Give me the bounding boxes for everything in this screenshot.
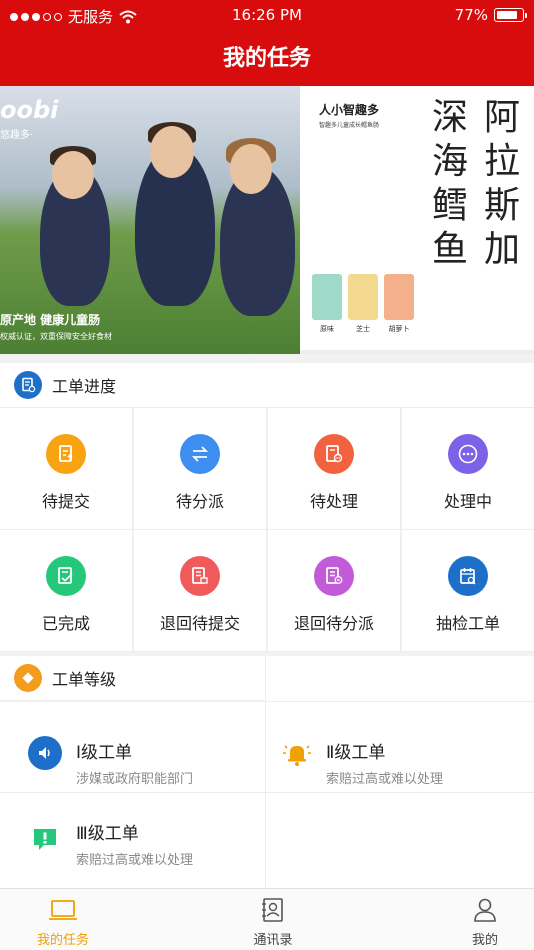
tab-my-tasks[interactable]: 我的任务 (18, 897, 108, 948)
status-label: 已完成 (41, 614, 90, 633)
status-cell-returned-assign[interactable]: 退回待分派 (268, 530, 401, 652)
banner-brand-sub: 智趣多儿童成长鳕鱼肠 (319, 122, 380, 129)
tab-label: 我的任务 (36, 933, 89, 948)
header-bar: 无服务 16:26 PM 77% 我的任务 (0, 0, 534, 86)
flavor-label: 胡萝卜 (388, 325, 410, 333)
tab-label: 我的 (471, 933, 498, 948)
status-label: 退回待分派 (293, 614, 374, 633)
user-icon (470, 897, 500, 923)
laptop-icon (48, 897, 78, 923)
return-assign-icon (314, 556, 354, 596)
status-label: 待处理 (309, 492, 358, 511)
contacts-icon (258, 897, 288, 923)
level-card-2[interactable]: Ⅱ级工单 索赔过高或难以处理 (266, 702, 534, 793)
battery-status: 77% (454, 6, 527, 24)
level-desc: 涉媒或政府职能部门 (76, 772, 194, 787)
banner-product-panel: 人小智趣多 智趣多儿童成长鳕鱼肠 深海鳕鱼 阿拉斯加 原味 芝士 胡萝卜 (300, 86, 534, 354)
status-label: 待分派 (175, 492, 224, 511)
return-doc-icon (180, 556, 220, 596)
battery-percent: 77% (454, 6, 488, 24)
product-boxes: 原味 芝士 胡萝卜 (312, 274, 414, 333)
page-title: 我的任务 (222, 46, 311, 71)
done-doc-icon (46, 556, 86, 596)
product-box: 胡萝卜 (384, 274, 414, 333)
status-label: 待提交 (41, 492, 90, 511)
status-label: 抽检工单 (435, 614, 500, 633)
progress-doc-icon (14, 371, 42, 399)
banner-slogan: 原产地 健康儿童肠 (0, 313, 101, 327)
status-cell-spot-check[interactable]: 抽检工单 (402, 530, 534, 652)
status-bar: 无服务 16:26 PM 77% (0, 0, 534, 30)
battery-icon (494, 8, 527, 22)
status-cell-pending-process[interactable]: 待处理 (268, 408, 401, 530)
level-empty-cell (266, 793, 534, 888)
product-box: 原味 (312, 274, 342, 333)
status-cell-returned-submit[interactable]: 退回待提交 (134, 530, 267, 652)
pending-doc-icon (314, 434, 354, 474)
alert-icon (28, 823, 62, 857)
diamond-icon (14, 664, 42, 692)
level-card-1[interactable]: Ⅰ级工单 涉媒或政府职能部门 (0, 702, 266, 793)
submit-doc-icon (46, 434, 86, 474)
promo-banner[interactable]: oobi 悠趣多· 原产地 健康儿童肠 权威认证，双重保障安全好食材 人小智趣多… (0, 86, 534, 354)
banner-brand: 人小智趣多 (319, 103, 380, 117)
bottom-tab-bar: 我的任务 通讯录 我的 (0, 888, 534, 950)
tab-me[interactable]: 我的 (440, 897, 530, 948)
banner-photo: oobi 悠趣多· 原产地 健康儿童肠 权威认证，双重保障安全好食材 (0, 86, 300, 354)
flavor-label: 原味 (320, 325, 334, 333)
tab-contacts[interactable]: 通讯录 (228, 897, 318, 948)
flavor-label: 芝士 (356, 325, 370, 333)
status-label: 退回待提交 (159, 614, 240, 633)
status-cell-processing[interactable]: 处理中 (402, 408, 534, 530)
level-title: Ⅰ级工单 (76, 743, 133, 763)
vertical-text-2: 阿拉斯加 (483, 97, 520, 270)
status-label: 处理中 (443, 492, 492, 511)
banner-logo-sub: 悠趣多· (0, 130, 34, 141)
progress-section-header: 工单进度 (0, 363, 534, 408)
bell-icon (280, 736, 314, 770)
banner-vertical-text: 深海鳕鱼 阿拉斯加 (430, 96, 522, 272)
calendar-search-icon (448, 556, 488, 596)
status-cell-pending-assign[interactable]: 待分派 (134, 408, 267, 530)
level-title: Ⅲ级工单 (76, 824, 139, 844)
level-desc: 索赔过高或难以处理 (76, 853, 194, 868)
speaker-icon (28, 736, 62, 770)
banner-slogan-sub: 权威认证，双重保障安全好食材 (0, 332, 112, 341)
status-cell-completed[interactable]: 已完成 (0, 530, 133, 652)
banner-logo: oobi (0, 96, 59, 124)
swap-arrows-icon (180, 434, 220, 474)
levels-section-title: 工单等级 (52, 670, 117, 689)
level-title: Ⅱ级工单 (326, 743, 386, 763)
level-card-3[interactable]: Ⅲ级工单 索赔过高或难以处理 (0, 793, 266, 888)
level-desc: 索赔过高或难以处理 (326, 772, 444, 787)
progress-section-title: 工单进度 (52, 377, 117, 396)
levels-section-header: 工单等级 (0, 656, 266, 701)
vertical-text-1: 深海鳕鱼 (431, 97, 468, 270)
levels-header-spacer (266, 656, 534, 702)
more-dots-icon (448, 434, 488, 474)
product-box: 芝士 (348, 274, 378, 333)
tab-label: 通讯录 (253, 933, 293, 948)
status-cell-pending-submit[interactable]: 待提交 (0, 408, 133, 530)
